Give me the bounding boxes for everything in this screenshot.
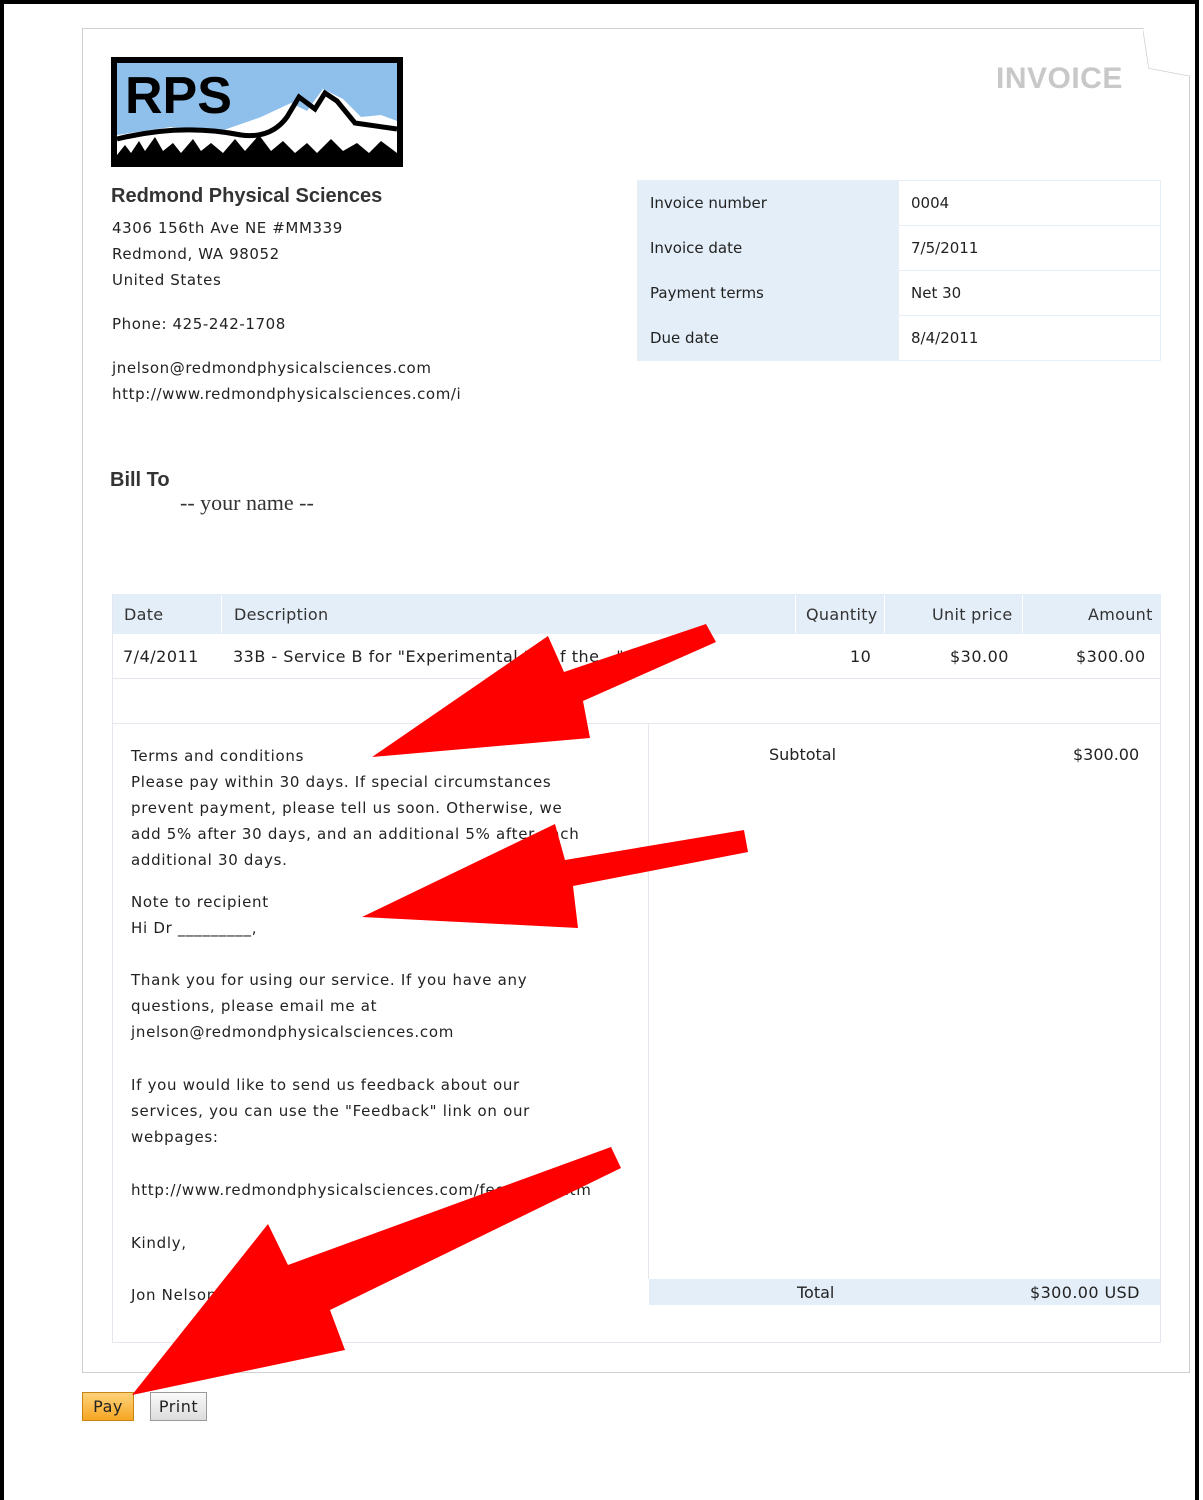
col-header-amount: Amount bbox=[1088, 605, 1153, 624]
col-header-description: Description bbox=[234, 605, 329, 624]
feedback-line: services, you can use the "Feedback" lin… bbox=[131, 1102, 531, 1120]
subtotal-value: $300.00 bbox=[1073, 745, 1140, 764]
bill-to-heading: Bill To bbox=[110, 469, 170, 491]
terms-line: prevent payment, please tell us soon. Ot… bbox=[131, 799, 563, 817]
feedback-url: http://www.redmondphysicalsciences.com/f… bbox=[131, 1181, 592, 1199]
terms-line: add 5% after 30 days, and an additional … bbox=[131, 825, 580, 843]
header-separator bbox=[1022, 595, 1023, 633]
item-description-tail: f the..." bbox=[560, 647, 625, 666]
feedback-line: webpages: bbox=[131, 1128, 219, 1146]
col-header-unit-price: Unit price bbox=[932, 605, 1013, 624]
print-button[interactable]: Print bbox=[150, 1392, 207, 1421]
company-phone: Phone: 425-242-1708 bbox=[112, 315, 286, 333]
payment-terms-label: Payment terms bbox=[637, 270, 899, 316]
header-separator bbox=[221, 595, 222, 633]
item-amount: $300.00 bbox=[1076, 647, 1146, 666]
invoice-number-label: Invoice number bbox=[637, 180, 899, 226]
company-website: http://www.redmondphysicalsciences.com/i bbox=[112, 385, 462, 403]
payment-terms-value: Net 30 bbox=[898, 270, 1161, 316]
row-divider bbox=[113, 723, 1161, 724]
invoice-date-value: 7/5/2011 bbox=[898, 225, 1161, 271]
meta-row-invoice-date: Invoice date 7/5/2011 bbox=[637, 225, 1161, 271]
header-separator bbox=[884, 595, 885, 633]
thanks-line: Thank you for using our service. If you … bbox=[131, 971, 528, 989]
invoice-date-label: Invoice date bbox=[637, 225, 899, 271]
terms-line: Please pay within 30 days. If special ci… bbox=[131, 773, 552, 791]
total-label: Total bbox=[797, 1283, 835, 1302]
closing-text: Kindly, bbox=[131, 1234, 187, 1252]
totals-divider bbox=[648, 724, 649, 1279]
due-date-value: 8/4/2011 bbox=[898, 315, 1161, 361]
invoice-meta-table: Invoice number 0004 Invoice date 7/5/201… bbox=[637, 180, 1161, 361]
col-header-quantity: Quantity bbox=[806, 605, 878, 624]
header-separator bbox=[795, 595, 796, 633]
col-header-date: Date bbox=[124, 605, 164, 624]
thanks-section: Thank you for using our service. If you … bbox=[131, 967, 601, 1045]
meta-row-due-date: Due date 8/4/2011 bbox=[637, 315, 1161, 361]
logo-text: RPS bbox=[125, 67, 232, 125]
item-quantity: 10 bbox=[850, 647, 872, 666]
terms-line: additional 30 days. bbox=[131, 851, 288, 869]
company-name: Redmond Physical Sciences bbox=[111, 185, 383, 207]
meta-row-payment-terms: Payment terms Net 30 bbox=[637, 270, 1161, 316]
invoice-title: INVOICE bbox=[996, 62, 1123, 95]
terms-section: Terms and conditions Please pay within 3… bbox=[131, 743, 601, 873]
note-section: Note to recipient Hi Dr _________, bbox=[131, 889, 601, 941]
company-logo: RPS bbox=[111, 57, 403, 167]
company-address-line1: 4306 156th Ave NE #MM339 bbox=[112, 219, 343, 237]
feedback-line: If you would like to send us feedback ab… bbox=[131, 1076, 520, 1094]
company-address-line2: Redmond, WA 98052 bbox=[112, 245, 280, 263]
thanks-line: jnelson@redmondphysicalsciences.com bbox=[131, 1023, 455, 1041]
feedback-section: If you would like to send us feedback ab… bbox=[131, 1072, 601, 1150]
company-email: jnelson@redmondphysicalsciences.com bbox=[112, 359, 432, 377]
signature-text: Jon Nelson bbox=[131, 1286, 217, 1304]
due-date-label: Due date bbox=[637, 315, 899, 361]
note-heading: Note to recipient bbox=[131, 893, 269, 911]
bill-to-name: -- your name -- bbox=[180, 490, 314, 515]
terms-heading: Terms and conditions bbox=[131, 747, 305, 765]
total-value: $300.00 USD bbox=[1030, 1283, 1140, 1302]
item-date: 7/4/2011 bbox=[123, 647, 199, 666]
pay-button[interactable]: Pay bbox=[82, 1392, 134, 1421]
thanks-line: questions, please email me at bbox=[131, 997, 378, 1015]
invoice-number-value: 0004 bbox=[898, 180, 1161, 226]
company-country: United States bbox=[112, 271, 222, 289]
meta-row-invoice-number: Invoice number 0004 bbox=[637, 180, 1161, 226]
note-greeting: Hi Dr _________, bbox=[131, 919, 258, 937]
row-divider bbox=[113, 678, 1161, 679]
page-fold-corner bbox=[1143, 28, 1191, 76]
item-unit-price: $30.00 bbox=[950, 647, 1009, 666]
item-description: 33B - Service B for "Experimental t bbox=[233, 647, 531, 666]
subtotal-label: Subtotal bbox=[769, 745, 837, 764]
